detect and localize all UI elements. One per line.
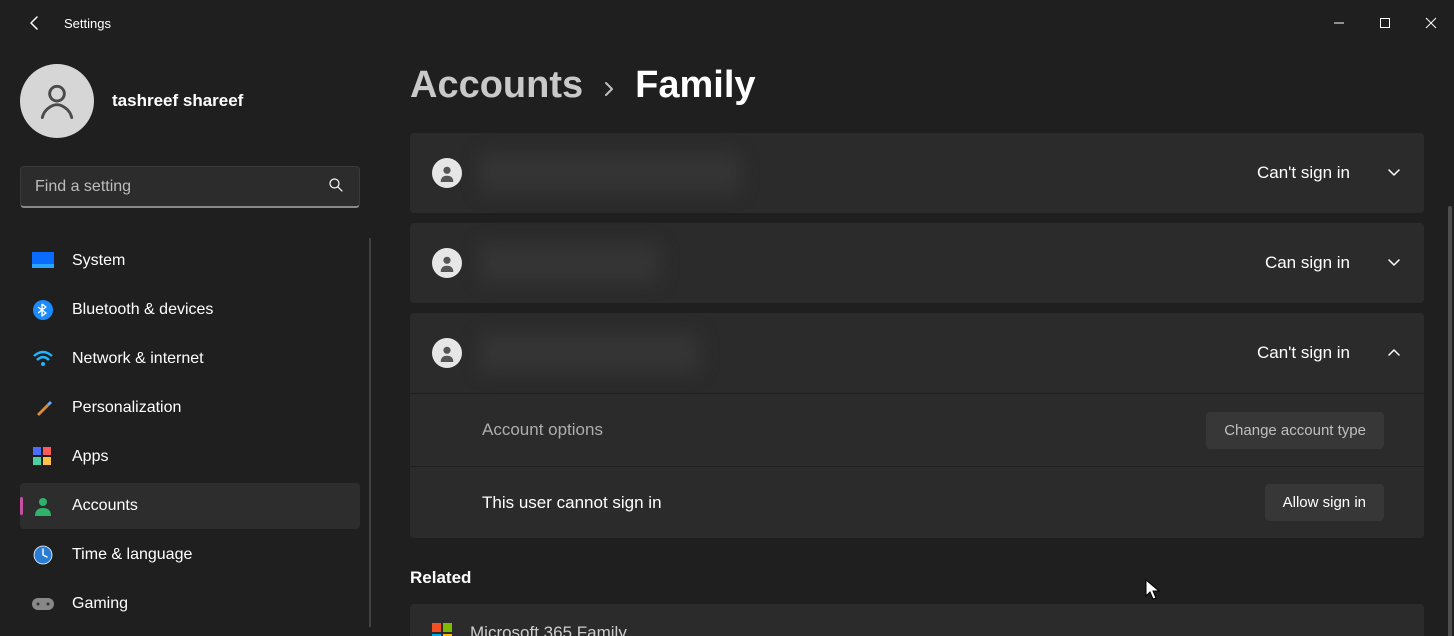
signin-state-label: This user cannot sign in [482,493,662,513]
signin-status: Can sign in [1265,253,1350,273]
change-account-type-button[interactable]: Change account type [1206,412,1384,449]
breadcrumb: Accounts Family [410,64,1424,107]
related-heading: Related [410,568,1424,588]
chevron-up-icon [1386,344,1402,363]
profile-block[interactable]: tashreef shareef [20,64,370,138]
main-content: Accounts Family Can't sign in [380,46,1454,636]
sidebar-item-label: Apps [72,448,108,466]
nav-list: System Bluetooth & devices Network & int… [20,238,370,627]
search-box[interactable] [20,166,360,208]
sidebar-item-time-language[interactable]: Time & language [20,532,360,578]
monitor-icon [32,250,54,272]
sidebar-item-label: Gaming [72,595,128,613]
profile-name: tashreef shareef [112,91,243,111]
member-name-redacted [480,153,740,193]
family-member-card[interactable]: Can't sign in [410,133,1424,213]
signin-status: Can't sign in [1257,163,1350,183]
microsoft-logo-icon [432,623,452,636]
sidebar-item-gaming[interactable]: Gaming [20,581,360,627]
scrollbar[interactable] [1448,206,1452,636]
bluetooth-icon [32,299,54,321]
sidebar-item-apps[interactable]: Apps [20,434,360,480]
clock-globe-icon [32,544,54,566]
sidebar-item-label: Network & internet [72,350,204,368]
person-icon [32,495,54,517]
minimize-button[interactable] [1316,0,1362,46]
family-member-card-expanded: Can't sign in Account options Change acc… [410,313,1424,538]
family-member-card[interactable]: Can sign in [410,223,1424,303]
expanded-options: Account options Change account type This… [410,393,1424,538]
sidebar-item-system[interactable]: System [20,238,360,284]
sidebar-item-bluetooth[interactable]: Bluetooth & devices [20,287,360,333]
apps-icon [32,446,54,468]
account-options-label: Account options [482,420,603,440]
breadcrumb-parent[interactable]: Accounts [410,64,583,107]
back-button[interactable] [22,10,48,36]
wifi-icon [32,348,54,370]
sidebar-item-label: Time & language [72,546,192,564]
chevron-right-icon [601,76,617,104]
sidebar-item-label: Personalization [72,399,181,417]
avatar [20,64,94,138]
member-name-redacted [480,243,660,283]
close-button[interactable] [1408,0,1454,46]
maximize-button[interactable] [1362,0,1408,46]
sidebar-item-label: System [72,252,125,270]
chevron-down-icon [1386,164,1402,183]
gamepad-icon [32,593,54,615]
sidebar-item-personalization[interactable]: Personalization [20,385,360,431]
allow-signin-button[interactable]: Allow sign in [1265,484,1384,521]
search-icon [327,176,345,197]
chevron-down-icon [1386,254,1402,273]
sidebar-item-network[interactable]: Network & internet [20,336,360,382]
search-input[interactable] [35,178,327,196]
signin-status: Can't sign in [1257,343,1350,363]
titlebar: Settings [0,0,1454,46]
sidebar-item-label: Bluetooth & devices [72,301,213,319]
sidebar: tashreef shareef System Bluetooth & devi… [0,46,380,636]
person-icon [432,338,462,368]
person-icon [432,158,462,188]
app-title: Settings [64,16,111,31]
family-member-header[interactable]: Can't sign in [410,313,1424,393]
window-controls [1316,0,1454,46]
paintbrush-icon [32,397,54,419]
person-icon [432,248,462,278]
member-name-redacted [480,333,700,373]
related-item-label: Microsoft 365 Family [470,623,627,636]
related-item[interactable]: Microsoft 365 Family [410,604,1424,636]
sidebar-item-label: Accounts [72,497,138,515]
breadcrumb-current: Family [635,64,755,107]
sidebar-item-accounts[interactable]: Accounts [20,483,360,529]
